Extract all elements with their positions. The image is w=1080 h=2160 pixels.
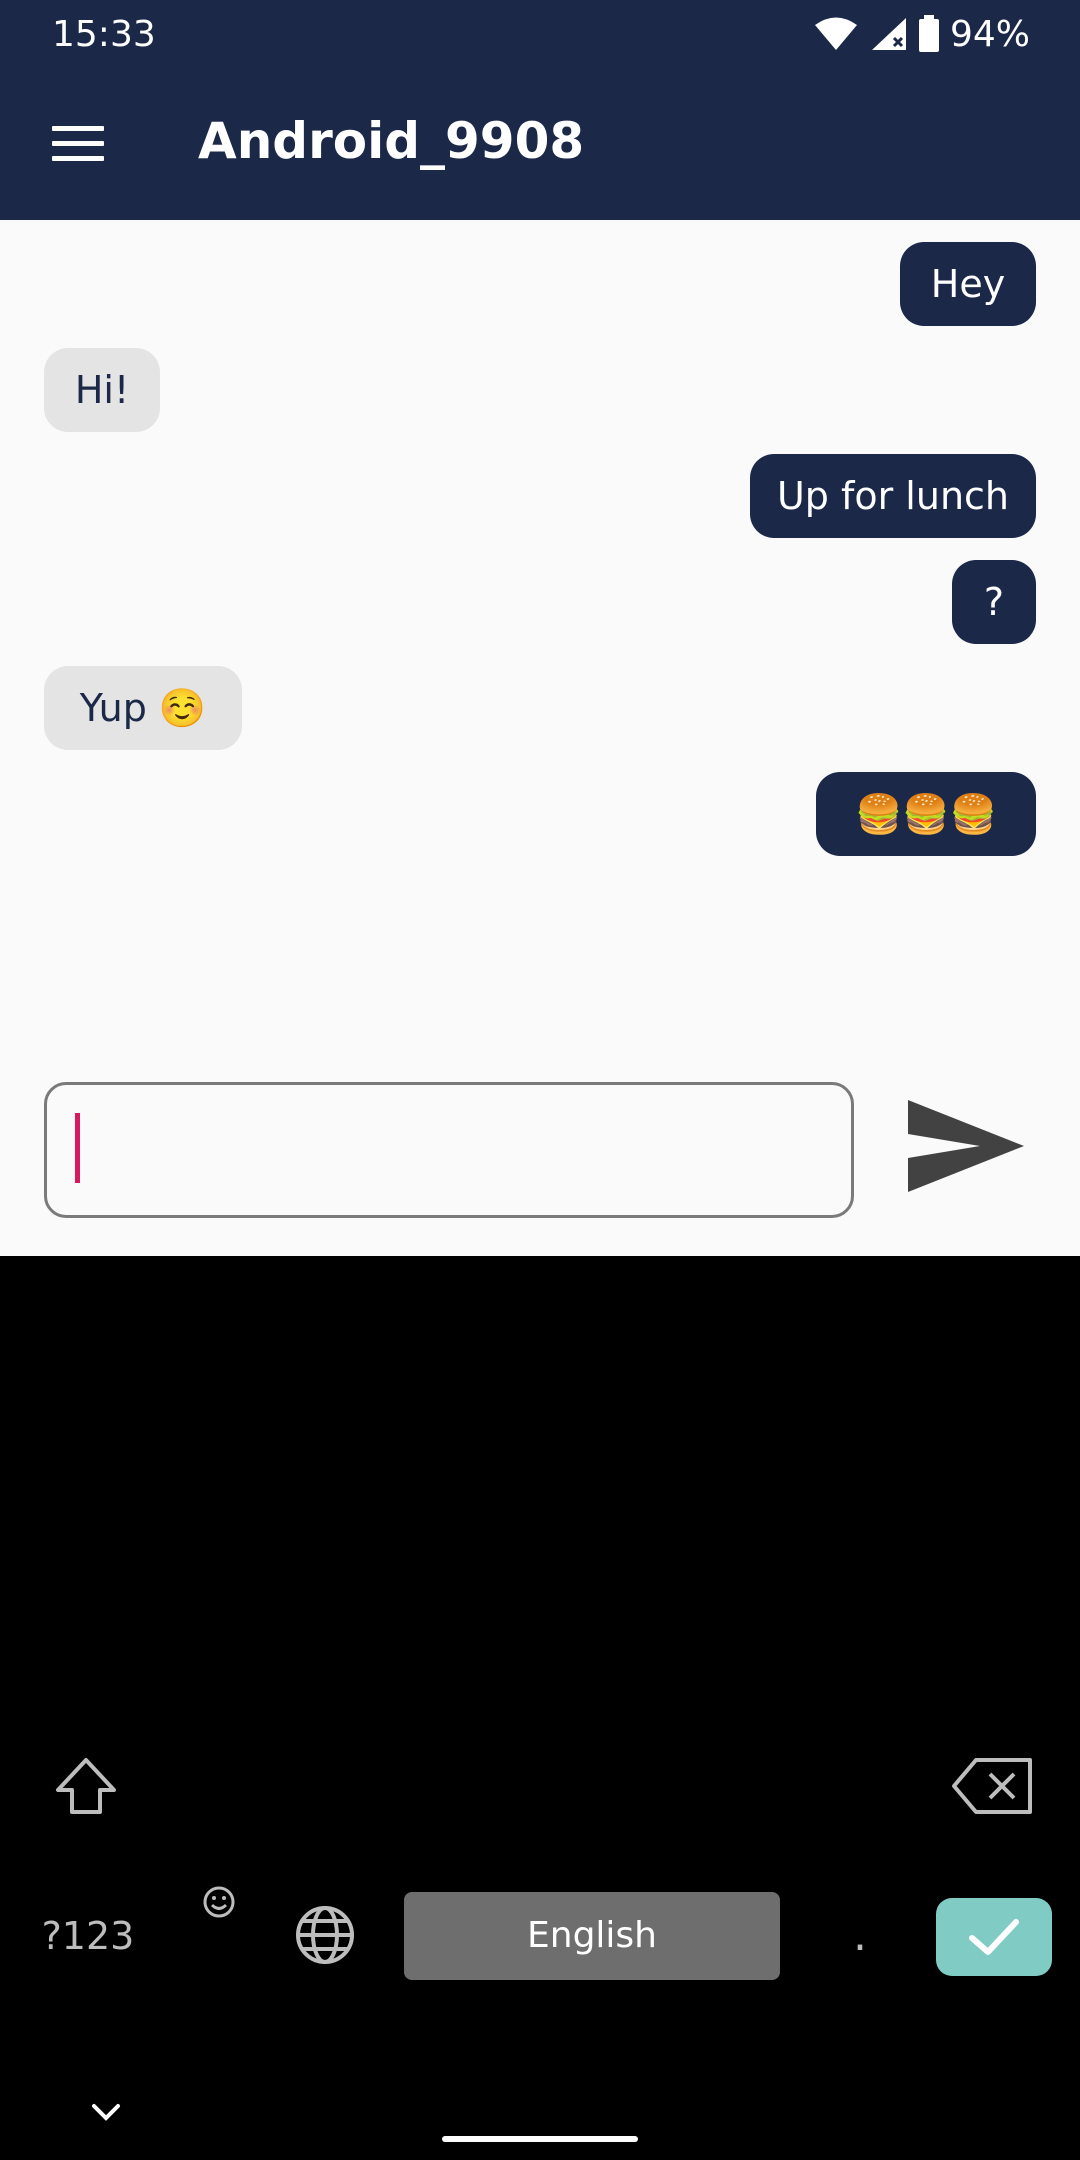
key-x[interactable]: x	[282, 1744, 366, 1824]
send-icon[interactable]	[900, 1090, 1030, 1210]
symbols-key[interactable]: ?123	[30, 1896, 146, 1976]
key-9[interactable]: 9	[870, 1298, 954, 1378]
key-5[interactable]: 5	[444, 1298, 528, 1378]
keyboard	[0, 1256, 1080, 2160]
comma-key-label: ,	[213, 1916, 227, 1967]
key-l[interactable]: l	[922, 1592, 1006, 1672]
message-input[interactable]	[44, 1082, 854, 1218]
key-e[interactable]: e	[230, 1440, 314, 1520]
gesture-navigation-bar[interactable]	[442, 2136, 638, 2142]
key-7[interactable]: 7	[656, 1298, 740, 1378]
key-j[interactable]: j	[710, 1592, 794, 1672]
key-q[interactable]: q	[20, 1440, 104, 1520]
status-icons: 94%	[814, 12, 1030, 56]
space-bar[interactable]: English	[404, 1892, 780, 1980]
key-3[interactable]: 3	[230, 1298, 314, 1378]
backspace-icon[interactable]	[948, 1748, 1038, 1824]
battery-icon	[918, 15, 939, 52]
battery-percentage: 94%	[949, 13, 1030, 55]
key-4[interactable]: 4	[336, 1298, 420, 1378]
message-incoming: Hi!	[44, 348, 160, 432]
key-k[interactable]: k	[816, 1592, 900, 1672]
chevron-down-icon[interactable]	[86, 2072, 126, 2121]
key-i[interactable]: i	[764, 1440, 848, 1520]
hamburger-menu-icon[interactable]	[52, 126, 104, 164]
key-m[interactable]: m	[816, 1744, 900, 1824]
key-v[interactable]: v	[496, 1744, 580, 1824]
key-8[interactable]: 8	[764, 1298, 848, 1378]
message-outgoing: Hey	[900, 242, 1036, 326]
period-key[interactable]: .	[820, 1896, 900, 1976]
status-bar: 15:33 94%	[0, 0, 1080, 68]
key-s[interactable]: s	[176, 1592, 260, 1672]
key-6[interactable]: 6	[550, 1298, 634, 1378]
message-incoming: Yup ☺️	[44, 666, 242, 750]
message-outgoing: 🍔🍔🍔	[816, 772, 1036, 856]
message-outgoing: ?	[952, 560, 1036, 644]
enter-key[interactable]	[936, 1898, 1052, 1976]
key-w[interactable]: w	[124, 1440, 208, 1520]
key-2[interactable]: 2	[124, 1298, 208, 1378]
text-caret	[75, 1113, 80, 1183]
key-b[interactable]: b	[602, 1744, 686, 1824]
key-u[interactable]: u	[656, 1440, 740, 1520]
key-c[interactable]: c	[390, 1744, 474, 1824]
cellular-signal-icon	[871, 18, 906, 50]
checkmark-icon	[969, 1919, 1019, 1955]
key-z[interactable]: z	[176, 1744, 260, 1824]
status-time: 15:33	[52, 14, 156, 55]
key-0[interactable]: 0	[976, 1298, 1060, 1378]
key-h[interactable]: h	[602, 1592, 686, 1672]
conversation-title: Android_9908	[198, 112, 585, 170]
key-o[interactable]: o	[870, 1440, 954, 1520]
shift-icon[interactable]	[46, 1746, 126, 1826]
key-y[interactable]: y	[550, 1440, 634, 1520]
key-f[interactable]: f	[390, 1592, 474, 1672]
key-n[interactable]: n	[710, 1744, 794, 1824]
key-a[interactable]: a	[70, 1592, 154, 1672]
emoji-comma-key[interactable]: ,	[180, 1882, 260, 1992]
key-r[interactable]: r	[336, 1440, 420, 1520]
key-g[interactable]: g	[496, 1592, 580, 1672]
message-outgoing: Up for lunch	[750, 454, 1036, 538]
globe-icon[interactable]	[290, 1900, 360, 1970]
key-p[interactable]: p	[976, 1440, 1060, 1520]
app-bar: Android_9908	[0, 68, 1080, 220]
wifi-icon	[814, 17, 857, 50]
key-d[interactable]: d	[282, 1592, 366, 1672]
key-1[interactable]: 1	[20, 1298, 104, 1378]
key-t[interactable]: t	[444, 1440, 528, 1520]
